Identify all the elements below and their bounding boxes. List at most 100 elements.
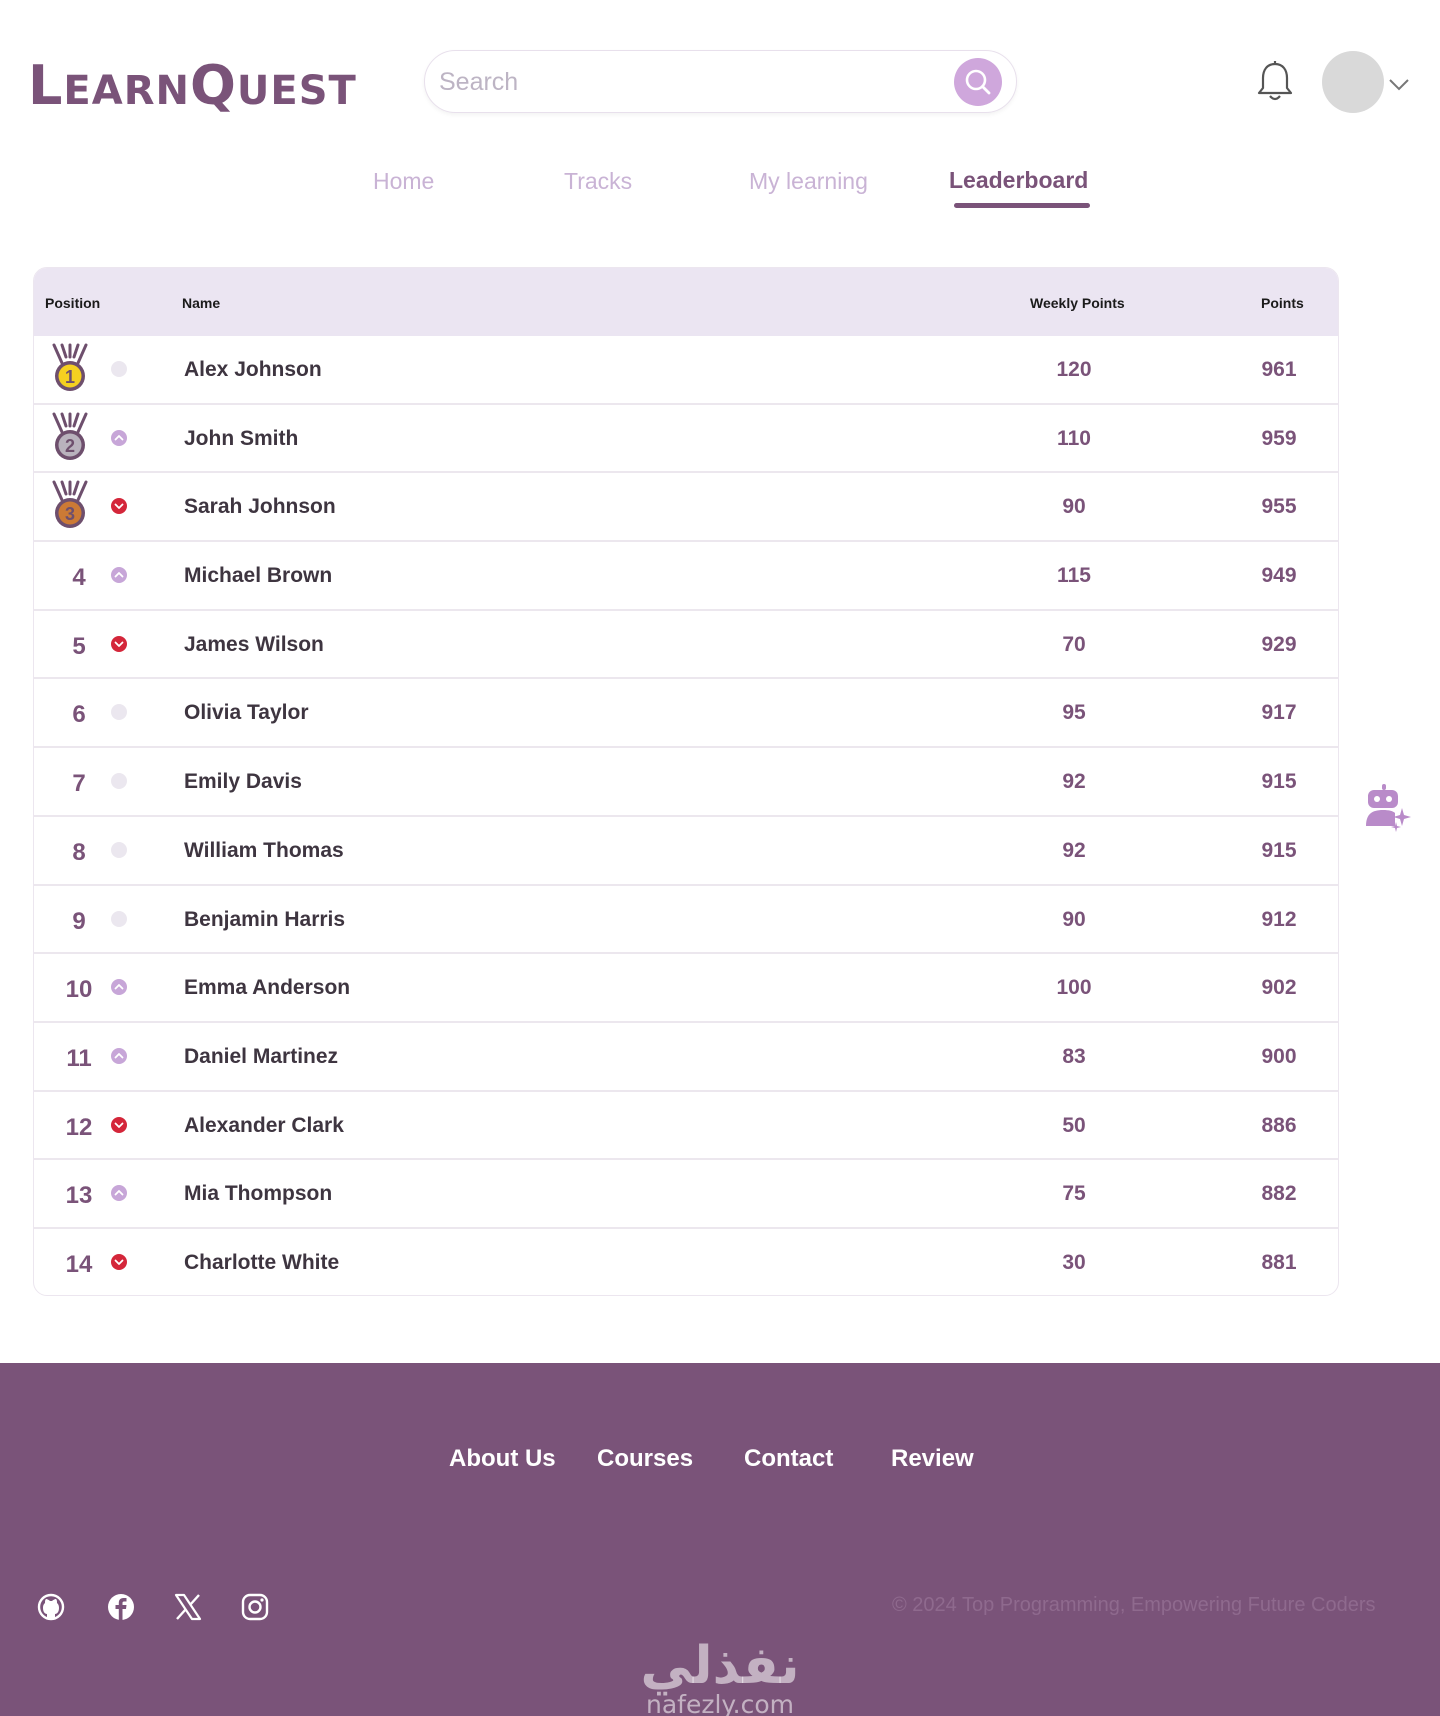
- logo[interactable]: LEARNQUEST: [28, 56, 357, 121]
- position-number: 6: [72, 701, 86, 729]
- weekly-points: 90: [1062, 495, 1086, 519]
- total-points: 949: [1261, 564, 1297, 588]
- position-cell: 14: [34, 1229, 134, 1295]
- table-row[interactable]: 7 Emily Davis 92 915: [34, 748, 1338, 817]
- trend-down-icon: [111, 635, 127, 652]
- instagram-icon[interactable]: [240, 1592, 270, 1622]
- total-points: 917: [1261, 701, 1297, 725]
- table-row[interactable]: 13 Mia Thompson 75 882: [34, 1160, 1338, 1229]
- table-row[interactable]: 5 James Wilson 70 929: [34, 611, 1338, 680]
- table-row[interactable]: 11 Daniel Martinez 83 900: [34, 1023, 1338, 1092]
- facebook-icon[interactable]: [106, 1592, 136, 1622]
- total-points: 912: [1261, 907, 1297, 931]
- search-input[interactable]: [439, 65, 919, 99]
- nav-home[interactable]: Home: [373, 168, 434, 195]
- position-number: 11: [66, 1044, 92, 1072]
- header-points: Points: [1261, 295, 1304, 311]
- total-points: 955: [1261, 495, 1297, 519]
- total-points: 929: [1261, 632, 1297, 656]
- position-number: 4: [72, 564, 86, 592]
- ai-assistant-icon[interactable]: [1362, 782, 1412, 832]
- search-bar: [424, 50, 1017, 113]
- github-icon[interactable]: [36, 1592, 66, 1622]
- position-number: 10: [65, 976, 93, 1004]
- weekly-points: 95: [1062, 701, 1086, 725]
- total-points: 961: [1261, 358, 1297, 381]
- position-cell: 12: [34, 1092, 134, 1159]
- position-number: 5: [72, 632, 86, 660]
- weekly-points: 92: [1062, 770, 1086, 794]
- chevron-down-icon[interactable]: [1388, 78, 1410, 92]
- trend-up-icon: [111, 567, 127, 584]
- weekly-points: 50: [1062, 1113, 1086, 1137]
- trend-up-icon: [111, 429, 127, 446]
- position-number: 12: [65, 1113, 93, 1141]
- logo-text: LEARNQUEST: [28, 54, 357, 117]
- medal-rank: 3: [65, 504, 75, 524]
- trend-neutral-icon: [111, 361, 127, 377]
- footer-link-courses[interactable]: Courses: [597, 1445, 693, 1473]
- table-row[interactable]: 6 Olivia Taylor 95 917: [34, 679, 1338, 749]
- learner-name: Alexander Clark: [184, 1113, 344, 1137]
- medal-bronze-icon: 3: [52, 480, 88, 529]
- position-number: 8: [72, 838, 86, 866]
- table-row[interactable]: 12 Alexander Clark 50 886: [34, 1092, 1338, 1161]
- footer-link-review[interactable]: Review: [891, 1445, 974, 1473]
- learner-name: John Smith: [184, 426, 299, 450]
- weekly-points: 92: [1062, 838, 1086, 862]
- learner-name: Olivia Taylor: [184, 701, 309, 725]
- nav-leaderboard[interactable]: Leaderboard: [949, 167, 1088, 194]
- footer-link-contact[interactable]: Contact: [744, 1445, 833, 1473]
- position-cell: 6: [34, 679, 134, 746]
- footer-link-about[interactable]: About Us: [449, 1445, 556, 1473]
- position-number: 13: [65, 1182, 93, 1210]
- table-row[interactable]: 1 Alex Johnson 120 961: [34, 336, 1338, 405]
- medal-rank: 2: [65, 436, 75, 456]
- table-row[interactable]: 10 Emma Anderson 100 902: [34, 954, 1338, 1023]
- table-row[interactable]: 4 Michael Brown 115 949: [34, 542, 1338, 611]
- trend-neutral-icon: [111, 773, 127, 790]
- watermark-logo: نفذلي nafezly.com: [640, 1636, 799, 1716]
- position-cell: 9: [34, 886, 134, 953]
- position-cell: 11: [34, 1023, 134, 1090]
- total-points: 915: [1261, 770, 1297, 794]
- bell-icon[interactable]: [1255, 60, 1295, 104]
- total-points: 900: [1261, 1044, 1297, 1068]
- table-row[interactable]: 8 William Thomas 92 915: [34, 817, 1338, 886]
- weekly-points: 100: [1056, 976, 1092, 1000]
- medal-gold-icon: 1: [52, 343, 88, 391]
- table-row[interactable]: 3 Sarah Johnson 90 955: [34, 473, 1338, 543]
- learner-name: Michael Brown: [184, 564, 333, 588]
- footer: About Us Courses Contact Review © 2024 T…: [0, 1363, 1440, 1716]
- avatar[interactable]: [1322, 51, 1384, 113]
- position-cell: 1: [34, 336, 134, 403]
- trend-neutral-icon: [111, 910, 127, 927]
- nav-my-learning[interactable]: My learning: [749, 168, 868, 195]
- nav-tracks[interactable]: Tracks: [564, 168, 632, 195]
- weekly-points: 115: [1057, 564, 1091, 588]
- x-icon[interactable]: [173, 1592, 203, 1622]
- weekly-points: 70: [1062, 632, 1086, 656]
- table-row[interactable]: 14 Charlotte White 30 881: [34, 1229, 1338, 1295]
- leaderboard-table: Position Name Weekly Points Points 1 Alex…: [33, 267, 1339, 1296]
- learner-name: Benjamin Harris: [184, 907, 346, 931]
- search-button[interactable]: [954, 58, 1002, 106]
- total-points: 886: [1261, 1113, 1297, 1137]
- total-points: 902: [1261, 976, 1297, 1000]
- position-cell: 7: [34, 748, 134, 815]
- table-row[interactable]: 2 John Smith 110 959: [34, 405, 1338, 474]
- learner-name: Sarah Johnson: [184, 495, 336, 519]
- table-body: 1 Alex Johnson 120 961 2 John Smith 110 959 3 Sar…: [34, 336, 1338, 1295]
- nav-active-indicator: [954, 203, 1090, 208]
- learner-name: Charlotte White: [184, 1250, 340, 1274]
- table-row[interactable]: 9 Benjamin Harris 90 912: [34, 886, 1338, 955]
- total-points: 915: [1261, 838, 1297, 862]
- trend-up-icon: [111, 1185, 127, 1202]
- page: LEARNQUEST Home Tracks My learning Leade…: [0, 0, 1440, 1716]
- weekly-points: 120: [1056, 358, 1092, 381]
- learner-name: Mia Thompson: [184, 1182, 333, 1206]
- position-cell: 2: [34, 405, 134, 472]
- position-cell: 5: [34, 611, 134, 678]
- header-name: Name: [182, 295, 221, 311]
- learner-name: Emma Anderson: [184, 976, 351, 1000]
